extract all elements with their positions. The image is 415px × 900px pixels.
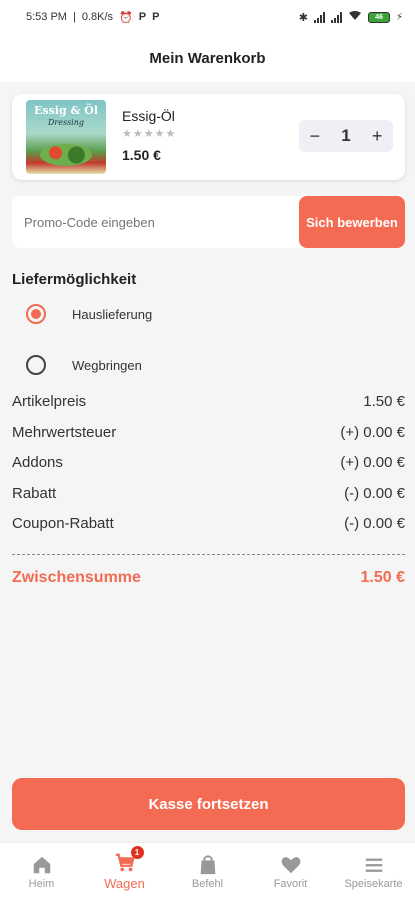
subtotal-label: Zwischensumme: [12, 569, 141, 586]
nav-label: Favorit: [273, 877, 308, 890]
summary-label: Mehrwertsteuer: [12, 424, 117, 441]
product-price: 1.50 €: [122, 147, 161, 163]
bottom-nav: Heim 1 Wagen Befehl Favorit Speisekarte: [0, 842, 415, 900]
nav-item-orders[interactable]: Befehl: [166, 843, 249, 900]
summary-label: Rabatt: [12, 485, 57, 502]
summary-value: (+) 0.00 €: [340, 424, 405, 441]
delivery-option-home[interactable]: Hauslieferung: [26, 304, 152, 324]
nav-item-menu[interactable]: Speisekarte: [332, 843, 415, 900]
apply-promo-button[interactable]: Sich bewerben: [299, 196, 405, 248]
p-icon: P: [152, 11, 160, 23]
radio-unselected-icon[interactable]: [26, 355, 46, 375]
summary-label: Coupon-Rabatt: [12, 515, 114, 532]
bag-icon: [200, 854, 215, 874]
decrease-button[interactable]: −: [310, 126, 321, 147]
salad-illustration: [40, 144, 92, 166]
product-image-title: Essig & Öl: [34, 104, 98, 117]
summary-value: (+) 0.00 €: [340, 454, 405, 471]
product-image: Essig & Öl Dressing: [26, 100, 106, 174]
delivery-option-label: Wegbringen: [72, 357, 142, 373]
nav-item-favorites[interactable]: Favorit: [249, 843, 332, 900]
menu-icon: [365, 858, 382, 872]
summary-row-vat: Mehrwertsteuer (+) 0.00 €: [12, 424, 405, 441]
product-image-subtitle: Dressing: [47, 118, 84, 127]
nav-label: Wagen: [104, 876, 145, 891]
increase-button[interactable]: +: [372, 126, 383, 147]
delivery-option-label: Hauslieferung: [72, 306, 153, 322]
summary-row-coupon: Coupon-Rabatt (-) 0.00 €: [12, 515, 405, 532]
summary-label: Artikelpreis: [12, 393, 87, 410]
wifi-icon: [348, 10, 362, 24]
product-name: Essig-Öl: [122, 108, 175, 124]
status-time: 5:53 PM: [26, 11, 67, 23]
bluetooth-icon: ✱: [298, 11, 308, 24]
signal-icon: [330, 11, 342, 23]
alarm-icon: ⏰: [119, 11, 133, 24]
delivery-section-title: Liefermöglichkeit: [12, 271, 137, 288]
cart-item-card[interactable]: Essig & Öl Dressing Essig-Öl ★★★★★ 1.50 …: [12, 94, 405, 180]
status-bar: 5:53 PM | 0.8K/s ⏰ P P ✱ 46 ⚡: [0, 0, 415, 34]
summary-value: (-) 0.00 €: [344, 485, 405, 502]
summary-row-item-price: Artikelpreis 1.50 €: [12, 393, 405, 410]
nav-label: Speisekarte: [344, 877, 403, 890]
heart-icon: [281, 856, 300, 873]
status-speed: 0.8K/s: [81, 11, 114, 23]
quantity-value: 1: [341, 126, 351, 145]
battery-level: 46: [375, 13, 383, 21]
p-icon: P: [138, 11, 147, 23]
quantity-stepper: − 1 +: [299, 120, 393, 152]
promo-code-input[interactable]: [24, 196, 294, 248]
home-icon: [33, 856, 50, 873]
rating-stars: ★★★★★: [122, 128, 177, 140]
summary-value: (-) 0.00 €: [344, 515, 405, 532]
summary-row-addons: Addons (+) 0.00 €: [12, 454, 405, 471]
cart-badge: 1: [130, 846, 144, 859]
signal-icon: [313, 11, 325, 23]
charging-icon: ⚡: [395, 11, 403, 23]
promo-code-box: Sich bewerben: [12, 196, 405, 248]
checkout-button[interactable]: Kasse fortsetzen: [12, 778, 405, 830]
radio-selected-icon[interactable]: [26, 304, 46, 324]
battery-icon: 46: [367, 11, 390, 23]
delivery-option-takeaway[interactable]: Wegbringen: [26, 355, 142, 375]
page-header: Mein Warenkorb: [0, 34, 415, 82]
dashed-divider: [12, 554, 405, 555]
subtotal-value: 1.50 €: [360, 569, 405, 586]
page-title: Mein Warenkorb: [149, 49, 266, 67]
summary-value: 1.50 €: [363, 393, 405, 410]
nav-item-cart[interactable]: 1 Wagen: [83, 843, 166, 900]
nav-item-home[interactable]: Heim: [0, 843, 83, 900]
nav-label: Heim: [28, 877, 55, 890]
summary-label: Addons: [12, 454, 63, 471]
subtotal-row: Zwischensumme 1.50 €: [12, 569, 405, 587]
divider: |: [72, 11, 76, 23]
summary-row-discount: Rabatt (-) 0.00 €: [12, 485, 405, 502]
nav-label: Befehl: [191, 877, 224, 890]
